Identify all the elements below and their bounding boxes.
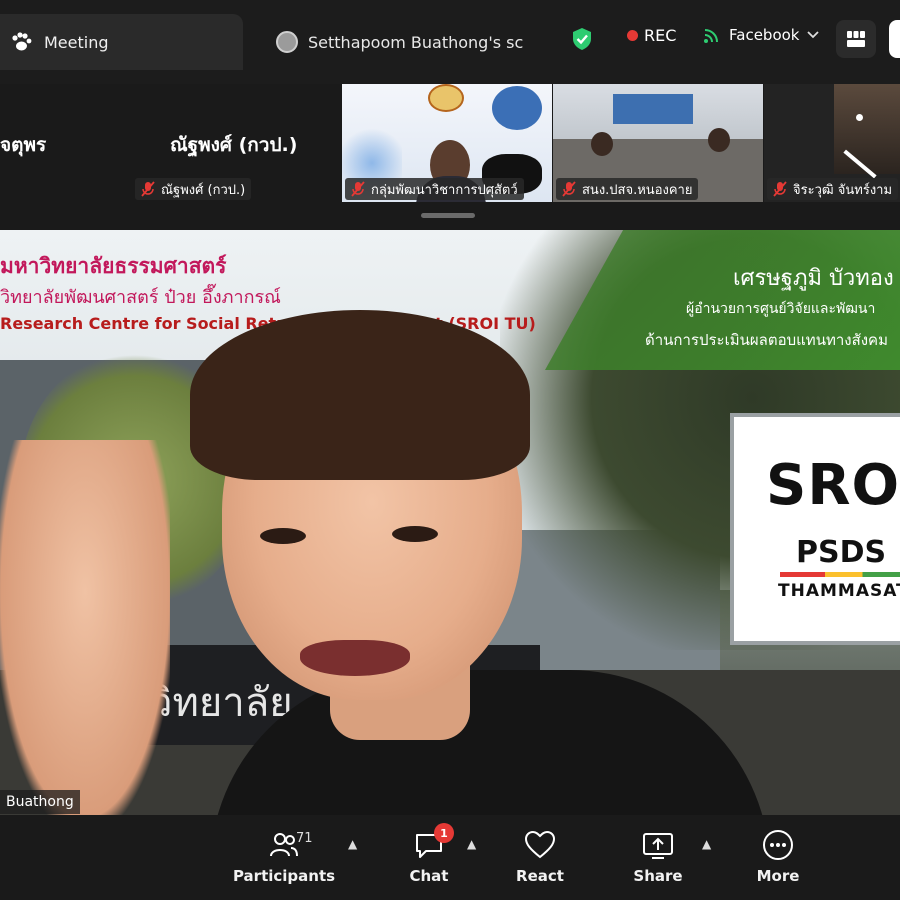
participant-tag-label: กลุ่มพัฒนาวิชาการปศุสัตว์	[371, 182, 518, 198]
stream-label: Facebook	[729, 26, 800, 44]
chat-button[interactable]: 1 Chat	[379, 823, 479, 885]
paw-icon	[12, 32, 32, 51]
participants-icon-wrap	[269, 827, 299, 863]
top-tab-bar: Meeting Setthapoom Buathong's sc REC Fac…	[0, 0, 900, 84]
chevron-down-icon	[807, 31, 820, 39]
participants-icon	[270, 833, 298, 857]
logo-card-caption: THAMMASAT	[778, 581, 900, 601]
share-caret-icon[interactable]: ▲	[702, 837, 711, 851]
participant-tag: จิระวุฒิ จันทร์งาม	[767, 178, 899, 200]
mic-off-icon	[351, 181, 365, 197]
logo-emblem	[492, 86, 542, 130]
participant-tile[interactable]: ณัฐพงศ์ (กวป.) ณัฐพงศ์ (กวป.)	[130, 84, 340, 202]
meeting-toolbar: 71 Participants ▲ 1 Chat ▲ React Share ▲…	[0, 815, 900, 900]
chat-label: Chat	[409, 867, 449, 885]
participants-button[interactable]: 71 Participants	[232, 827, 336, 885]
speaker-hair	[190, 310, 530, 480]
logo-card-subtitle: PSDS	[796, 535, 887, 570]
share-label: Share	[633, 867, 683, 885]
participant-strip: จตุพร ณัฐพงศ์ (กวป.) ณัฐพงศ์ (กวป.) กลุ่…	[0, 84, 900, 230]
react-label: React	[516, 867, 564, 885]
react-icon-wrap	[524, 827, 556, 863]
tab-meeting-label: Meeting	[44, 32, 109, 52]
rec-label: REC	[644, 26, 677, 45]
heart-icon	[524, 831, 556, 859]
more-icon-wrap	[762, 827, 794, 863]
participant-tag-label: สนง.ปสจ.หนองคาย	[582, 182, 693, 198]
participants-label: Participants	[232, 867, 336, 885]
screen-graphic	[613, 94, 693, 124]
participant-name: ณัฐพงศ์ (กวป.)	[170, 134, 298, 156]
chat-icon-wrap: 1	[414, 823, 454, 863]
view-layout-button[interactable]	[836, 20, 876, 58]
speaker-name: เศรษฐภูมิ บัวทอง	[733, 266, 894, 291]
speaker-eye	[392, 526, 438, 542]
strip-resize-handle[interactable]	[421, 213, 475, 218]
logo-card: SROI PSDS THAMMASAT	[730, 413, 900, 645]
main-video[interactable]: วิทยาลัย มหาวิทยาลัยธรรมศาสตร์ วิทยาลัยพ…	[0, 230, 900, 815]
speaker-eye	[260, 528, 306, 544]
participant-head	[708, 128, 730, 152]
speaker-name-label: Buathong	[0, 790, 80, 814]
participants-count: 71	[296, 831, 313, 846]
speaker-title: ผู้อำนวยการศูนย์วิจัยและพัฒนา	[686, 301, 876, 317]
share-icon-wrap	[642, 827, 674, 863]
recording-indicator[interactable]: REC	[627, 26, 676, 45]
participant-name: จตุพร	[0, 134, 47, 156]
participant-head	[591, 132, 613, 156]
livestream-dropdown[interactable]: Facebook	[703, 26, 820, 44]
view-button[interactable]	[889, 20, 900, 58]
participants-caret-icon[interactable]: ▲	[348, 837, 357, 851]
more-button[interactable]: More	[728, 827, 828, 885]
participant-tile[interactable]: จตุพร	[0, 84, 120, 202]
record-dot-icon	[627, 30, 638, 41]
tab-screen-share-label: Setthapoom Buathong's sc	[308, 32, 524, 52]
logo-card-title: SROI	[766, 453, 900, 518]
participant-tag: ณัฐพงศ์ (กวป.)	[135, 178, 252, 200]
more-label: More	[756, 867, 800, 885]
room-graphic	[834, 84, 900, 174]
speaker-hand	[0, 440, 170, 815]
participant-tag: สนง.ปสจ.หนองคาย	[556, 178, 699, 200]
more-icon	[763, 830, 793, 860]
chat-unread-badge: 1	[434, 823, 454, 843]
participant-tag-label: ณัฐพงศ์ (กวป.)	[161, 182, 246, 198]
college-name: วิทยาลัยพัฒนศาสตร์ ป๋วย อึ๊งภากรณ์	[0, 287, 281, 308]
grid-icon	[847, 31, 865, 47]
light-graphic	[856, 114, 863, 121]
chat-caret-icon[interactable]: ▲	[467, 837, 476, 851]
mic-off-icon	[773, 181, 787, 197]
tab-meeting[interactable]: Meeting	[0, 14, 243, 70]
react-button[interactable]: React	[490, 827, 590, 885]
tab-screen-share[interactable]: Setthapoom Buathong's sc	[244, 14, 550, 70]
participant-tag: กลุ่มพัฒนาวิชาการปศุสัตว์	[345, 178, 524, 200]
avatar	[276, 31, 298, 53]
shield-check-icon[interactable]	[571, 27, 593, 51]
participant-video[interactable]: สนง.ปสจ.หนองคาย	[553, 84, 763, 202]
logo-emblem	[428, 84, 464, 112]
mic-off-icon	[141, 181, 155, 197]
university-name: มหาวิทยาลัยธรรมศาสตร์	[0, 254, 227, 278]
participant-tag-label: จิระวุฒิ จันทร์งาม	[793, 182, 893, 198]
logo-card-stripe	[780, 572, 900, 577]
broadcast-icon	[704, 29, 718, 43]
participant-video[interactable]: จิระวุฒิ จันทร์งาม	[764, 84, 900, 202]
share-button[interactable]: Share	[608, 827, 708, 885]
share-screen-icon	[643, 833, 673, 859]
mic-off-icon	[562, 181, 576, 197]
speaker-mouth	[300, 640, 410, 676]
speaker-title: ด้านการประเมินผลตอบแทนทางสังคม	[645, 331, 888, 349]
participant-video[interactable]: กลุ่มพัฒนาวิชาการปศุสัตว์	[342, 84, 552, 202]
